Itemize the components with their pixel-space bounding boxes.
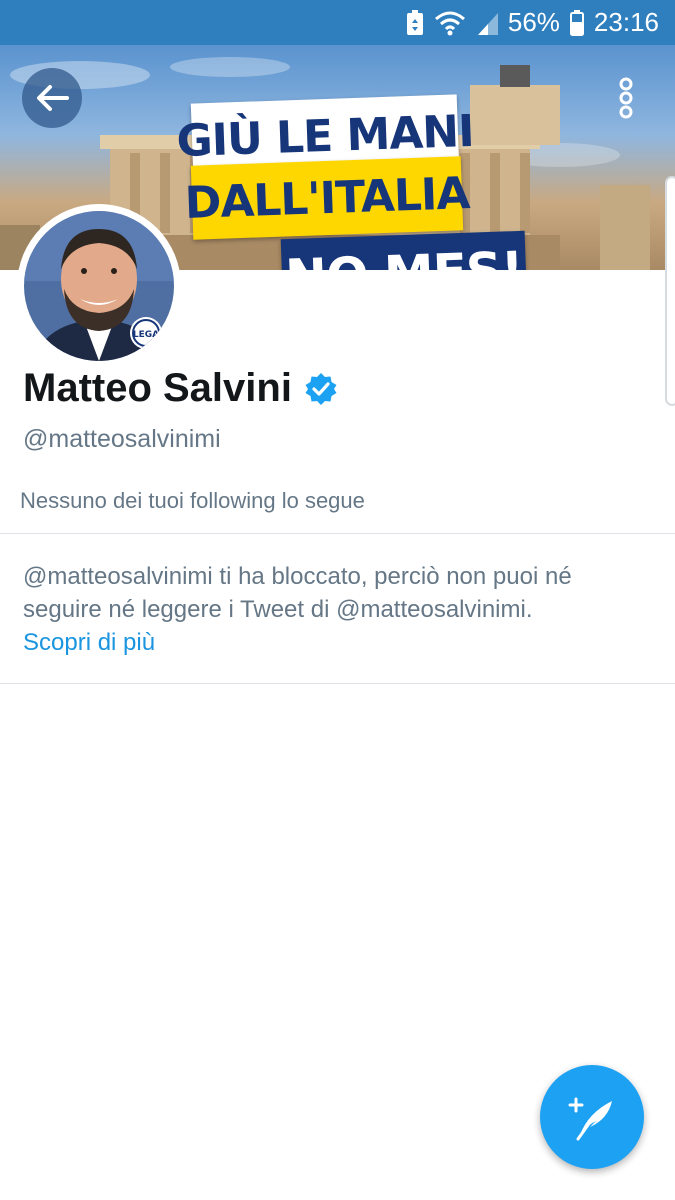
profile-handle: @matteosalvinimi: [23, 425, 221, 453]
clock: 23:16: [593, 7, 659, 37]
signal-icon: [476, 11, 498, 35]
learn-more-link[interactable]: Scopri di più: [23, 629, 155, 657]
profile-avatar[interactable]: LEGA: [17, 204, 181, 368]
following-info: Nessuno dei tuoi following lo segue: [20, 488, 365, 513]
profile-name: Matteo Salvini: [23, 366, 292, 410]
wifi-icon: [434, 10, 466, 36]
more-options-button[interactable]: [596, 68, 656, 128]
compose-tweet-icon: [568, 1097, 612, 1141]
more-vertical-icon: [619, 77, 633, 119]
avatar-badge-text: LEGA: [133, 330, 159, 340]
status-bar: 56% 23:16: [0, 0, 675, 45]
back-button[interactable]: [22, 68, 82, 128]
blocked-message: @matteosalvinimi ti ha bloccato, perciò …: [23, 563, 572, 623]
battery-icon: [569, 9, 584, 36]
divider: [0, 683, 675, 684]
verified-badge-icon: [305, 372, 337, 405]
avatar-photo: LEGA: [24, 211, 174, 361]
back-arrow-icon: [37, 85, 69, 111]
banner-slogan-line2: DALL'ITALIA: [184, 156, 470, 240]
battery-saver-icon: [406, 9, 424, 36]
battery-percent: 56%: [507, 7, 560, 37]
profile-name-row: Matteo Salvini: [23, 366, 338, 411]
divider: [0, 533, 675, 534]
compose-tweet-button[interactable]: [540, 1065, 644, 1169]
scroll-indicator[interactable]: [665, 176, 675, 406]
